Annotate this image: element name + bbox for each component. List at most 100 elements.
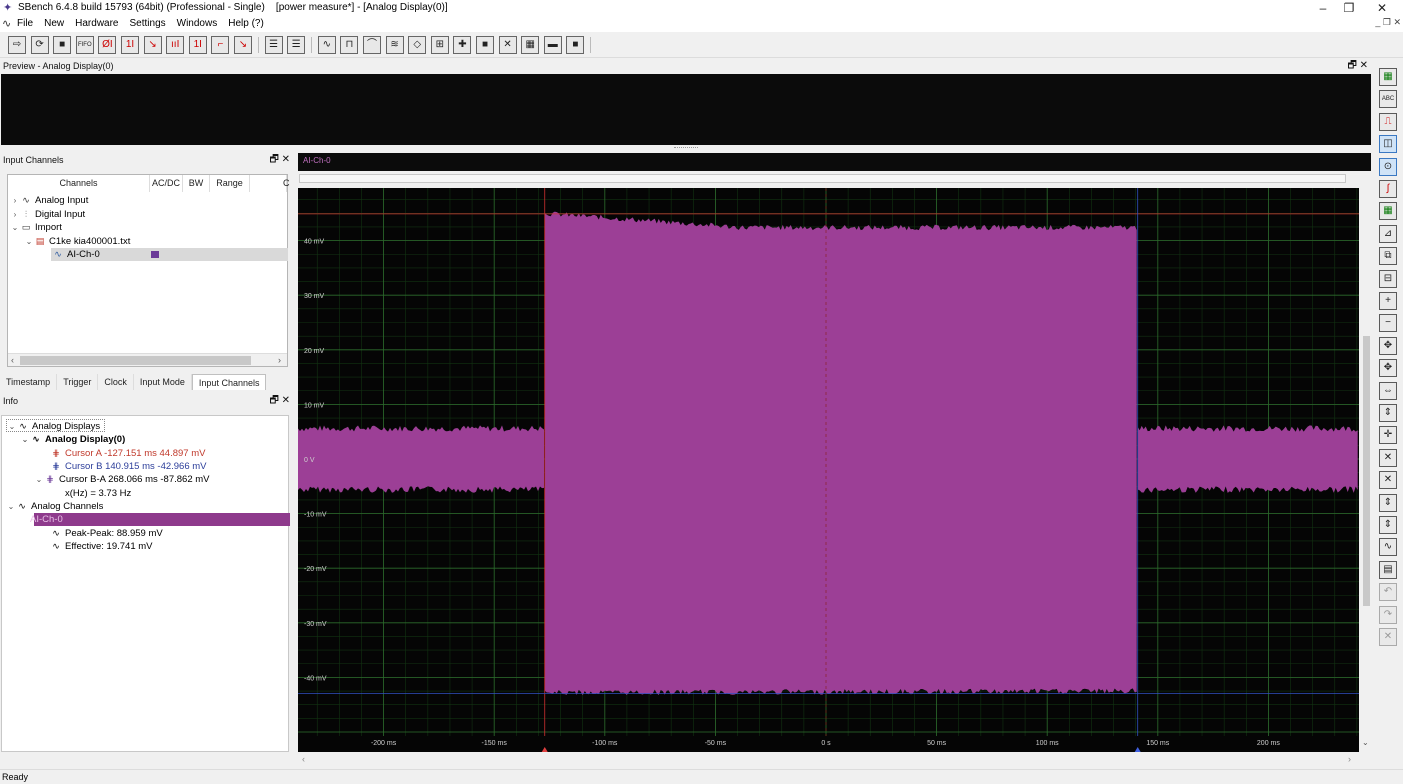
right-toolbar-7-button[interactable]: ⊿ xyxy=(1379,224,1397,243)
horizontal-scrollbar[interactable]: ‹ › xyxy=(8,353,287,366)
right-toolbar-15-button[interactable]: ⇕ xyxy=(1379,404,1397,422)
column-c[interactable]: C xyxy=(250,175,290,192)
right-toolbar-6-button[interactable]: ▦ xyxy=(1379,202,1397,221)
right-toolbar-5-button[interactable]: ∫ xyxy=(1379,180,1397,198)
right-toolbar-16-button[interactable]: ✛ xyxy=(1379,426,1397,445)
time-scrollbar[interactable]: ‹ › xyxy=(298,754,1359,767)
toolbar-buttons2-0-button[interactable]: ☰ xyxy=(264,36,283,54)
right-toolbar-2-button[interactable]: ⎍ xyxy=(1379,112,1397,131)
toolbar-buttons3-7-button[interactable]: ■ xyxy=(476,36,494,54)
mdi-window-controls[interactable]: _ ❐ ✕ xyxy=(1375,17,1401,28)
right-toolbar-12-button[interactable]: ✥ xyxy=(1379,336,1397,355)
toolbar-buttons-8-button[interactable]: 1I xyxy=(188,36,207,54)
right-toolbar-23-button[interactable]: ↶ xyxy=(1379,583,1397,602)
collapse-icon[interactable]: ⌄ xyxy=(20,513,30,526)
tree-item-import[interactable]: ⌄ ▭ Import xyxy=(10,221,62,234)
column-range[interactable]: Range xyxy=(210,175,250,192)
toolbar-buttons3-10-button[interactable]: ▬ xyxy=(543,36,562,54)
analog-display-plot[interactable]: 40 mV 30 mV 20 mV 10 mV 0 V -10 mV -20 mV -30 m… xyxy=(298,188,1359,752)
info-cursor-a[interactable]: ⋕ Cursor A -127.151 ms 44.897 mV xyxy=(50,447,205,460)
right-toolbar-0-button[interactable]: ▦ xyxy=(1379,68,1397,86)
right-toolbar-20-button[interactable]: ⇕ xyxy=(1379,516,1397,534)
info-cursor-ba[interactable]: ⌄ ⋕ Cursor B-A 268.066 ms -87.862 mV xyxy=(34,473,210,486)
tree-item-digital-input[interactable]: › ⫶ Digital Input xyxy=(10,208,86,221)
toolbar-buttons3-2-button[interactable]: ⌒ xyxy=(363,36,381,54)
right-toolbar-9-button[interactable]: ⊟ xyxy=(1379,269,1397,288)
channel-color-swatch[interactable] xyxy=(151,251,159,258)
tree-item-ai-ch-0[interactable]: ∿ AI-Ch-0 xyxy=(52,248,100,261)
scroll-thumb[interactable] xyxy=(20,356,251,365)
menu-item-1[interactable]: New xyxy=(44,18,64,29)
right-toolbar-1-button[interactable]: ABC xyxy=(1379,90,1397,109)
toolbar-buttons-0-button[interactable]: ⇨ xyxy=(8,36,26,54)
channel-label[interactable]: AI-Ch-0 xyxy=(303,156,331,165)
restore-button[interactable]: ❐ xyxy=(1334,0,1364,16)
right-toolbar-13-button[interactable]: ✥ xyxy=(1379,359,1397,378)
collapse-icon[interactable]: ⌄ xyxy=(7,420,17,433)
toolbar-buttons-9-button[interactable]: ⌐ xyxy=(211,36,230,54)
right-toolbar-4-button[interactable]: ⊙ xyxy=(1379,157,1397,176)
info-analog-display0[interactable]: ⌄ ∿ Analog Display(0) xyxy=(20,433,126,446)
tab-timestamp[interactable]: Timestamp xyxy=(0,374,58,390)
scroll-thumb[interactable] xyxy=(1363,336,1370,606)
info-channel[interactable]: ⌄ AI-Ch-0 xyxy=(20,513,63,526)
toolbar-buttons3-5-button[interactable]: ⊞ xyxy=(430,36,449,54)
input-channels-controls[interactable]: 🗗 ✕ xyxy=(269,154,290,166)
info-panel-controls[interactable]: 🗗 ✕ xyxy=(269,395,290,407)
right-toolbar-25-button[interactable]: ✕ xyxy=(1379,628,1397,646)
right-toolbar-18-button[interactable]: ✕ xyxy=(1379,471,1397,490)
toolbar-buttons3-1-button[interactable]: ⊓ xyxy=(340,36,359,54)
menu-item-2[interactable]: Hardware xyxy=(75,18,118,29)
toolbar-buttons-1-button[interactable]: ⟳ xyxy=(30,36,49,54)
tab-input-mode[interactable]: Input Mode xyxy=(134,374,192,390)
menu-item-3[interactable]: Settings xyxy=(130,18,166,29)
info-peak-peak[interactable]: ∿ Peak-Peak: 88.959 mV xyxy=(50,527,162,540)
collapse-icon[interactable]: ⌄ xyxy=(34,473,44,486)
toolbar-buttons-2-button[interactable]: ■ xyxy=(53,36,72,54)
close-button[interactable]: ✕ xyxy=(1367,0,1397,16)
toolbar-buttons-7-button[interactable]: ııI xyxy=(166,36,185,54)
scroll-left-icon[interactable]: ‹ xyxy=(11,354,14,367)
toolbar-buttons-4-button[interactable]: ØI xyxy=(98,36,117,54)
tree-item-analog-input[interactable]: › ∿ Analog Input xyxy=(10,194,89,207)
overview-scrollbar[interactable] xyxy=(299,174,1346,183)
vertical-scrollbar[interactable]: ⌄ xyxy=(1361,188,1371,752)
toolbar-buttons2-1-button[interactable]: ☰ xyxy=(287,36,306,54)
right-toolbar-3-button[interactable]: ◫ xyxy=(1379,135,1397,154)
toolbar-buttons-10-button[interactable]: ↘ xyxy=(234,36,252,54)
right-toolbar-22-button[interactable]: ▤ xyxy=(1379,560,1397,579)
toolbar-buttons3-9-button[interactable]: ▦ xyxy=(521,36,540,54)
info-effective[interactable]: ∿ Effective: 19.741 mV xyxy=(50,540,152,553)
collapse-icon[interactable]: ⌄ xyxy=(6,500,16,513)
preview-panel-controls[interactable]: 🗗 ✕ xyxy=(1347,60,1368,72)
tree-item-import-file[interactable]: ⌄ ▤ C1ke kia400001.txt xyxy=(24,235,131,248)
column-acdc[interactable]: AC/DC xyxy=(150,175,183,192)
right-toolbar-21-button[interactable]: ∿ xyxy=(1379,538,1397,557)
toolbar-buttons3-6-button[interactable]: ✚ xyxy=(453,36,472,54)
toolbar-buttons-5-button[interactable]: 1I xyxy=(121,36,139,54)
menu-item-5[interactable]: Help (?) xyxy=(228,18,264,29)
right-toolbar-24-button[interactable]: ↷ xyxy=(1379,605,1397,624)
right-toolbar-14-button[interactable]: ⇔ xyxy=(1379,381,1397,400)
scroll-right-icon[interactable]: › xyxy=(278,354,281,367)
tab-input-channels[interactable]: Input Channels xyxy=(191,374,267,390)
toolbar-buttons3-4-button[interactable]: ◇ xyxy=(408,36,427,54)
collapse-icon[interactable]: ⌄ xyxy=(24,235,34,248)
collapse-icon[interactable]: ⌄ xyxy=(20,433,30,446)
toolbar-buttons3-3-button[interactable]: ≋ xyxy=(385,36,404,54)
expand-icon[interactable]: › xyxy=(10,194,20,207)
scroll-down-icon[interactable]: ⌄ xyxy=(1362,738,1369,747)
wave-menu-icon[interactable]: ∿ xyxy=(2,18,14,30)
info-cursor-b[interactable]: ⋕ Cursor B 140.915 ms -42.966 mV xyxy=(50,460,206,473)
tab-trigger[interactable]: Trigger xyxy=(57,374,99,390)
right-toolbar-17-button[interactable]: ✕ xyxy=(1379,448,1397,467)
toolbar-buttons3-11-button[interactable]: ■ xyxy=(566,36,585,54)
toolbar-buttons-6-button[interactable]: ↘ xyxy=(143,36,162,54)
waveform-svg[interactable]: 40 mV 30 mV 20 mV 10 mV 0 V -10 mV -20 mV -30 m… xyxy=(298,188,1359,752)
toolbar-buttons3-8-button[interactable]: ✕ xyxy=(498,36,517,54)
info-analog-displays[interactable]: ⌄ ∿ Analog Displays xyxy=(6,419,106,433)
collapse-icon[interactable]: ⌄ xyxy=(10,221,20,234)
info-analog-channels[interactable]: ⌄ ∿ Analog Channels xyxy=(6,500,104,513)
expand-icon[interactable]: › xyxy=(10,208,20,221)
right-toolbar-11-button[interactable]: − xyxy=(1379,314,1397,333)
